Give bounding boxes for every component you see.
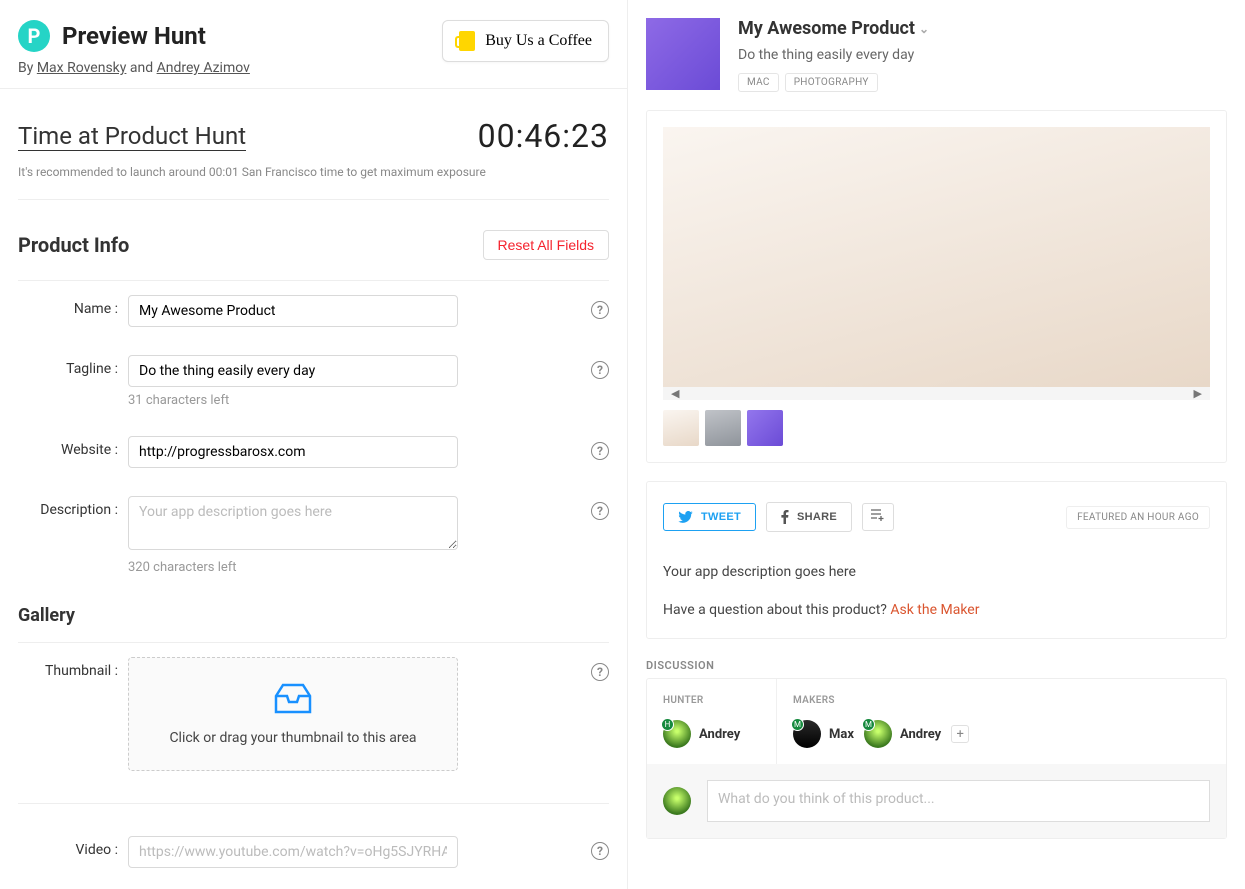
time-title: Time at Product Hunt (18, 122, 246, 151)
twitter-icon (678, 511, 693, 523)
coffee-label: Buy Us a Coffee (485, 32, 592, 50)
discussion-heading: DISCUSSION (646, 659, 1227, 672)
maker-question: Have a question about this product? Ask … (663, 602, 1210, 618)
tagline-help: 31 characters left (128, 393, 581, 408)
product-title: My Awesome Product (738, 18, 915, 39)
help-icon[interactable]: ? (591, 301, 609, 319)
thumbnail-label: Thumbnail : (18, 657, 118, 679)
gallery-card: ◀ ▶ (646, 110, 1227, 463)
slide-prev-button[interactable]: ◀ (667, 387, 683, 400)
tagline-label: Tagline : (18, 355, 118, 377)
ask-maker-link[interactable]: Ask the Maker (890, 602, 979, 618)
avatar: H (663, 720, 691, 748)
tag[interactable]: PHOTOGRAPHY (785, 73, 878, 92)
makers-label: MAKERS (793, 695, 969, 706)
slide-image (663, 127, 1210, 387)
maker-person[interactable]: M Andrey (864, 720, 941, 748)
video-label: Video : (18, 836, 118, 858)
time-value: 00:46:23 (478, 117, 609, 155)
buy-coffee-button[interactable]: Buy Us a Coffee (442, 20, 609, 62)
description-help: 320 characters left (128, 560, 581, 575)
author-link-1[interactable]: Max Rovensky (37, 60, 127, 76)
slide-thumb[interactable] (663, 410, 699, 446)
hunter-person[interactable]: H Andrey (663, 720, 740, 748)
thumbnail-dropzone[interactable]: Click or drag your thumbnail to this are… (128, 657, 458, 771)
video-input[interactable] (128, 836, 458, 868)
tag[interactable]: MAC (738, 73, 779, 92)
discussion-card: HUNTER H Andrey MAKERS M Max M (646, 678, 1227, 839)
app-description: Your app description goes here (663, 564, 1210, 580)
coffee-cup-icon (459, 31, 475, 51)
maker-badge-icon: M (791, 718, 804, 731)
logo: P (18, 20, 50, 52)
share-card: TWEET SHARE FEATURED AN HOUR AGO Your ap… (646, 481, 1227, 639)
product-info-heading: Product Info (18, 233, 129, 257)
playlist-add-icon (871, 509, 885, 521)
tweet-button[interactable]: TWEET (663, 503, 756, 531)
hunter-label: HUNTER (663, 695, 760, 706)
header: P Preview Hunt By Max Rovensky and Andre… (0, 0, 627, 89)
reset-button[interactable]: Reset All Fields (483, 230, 609, 260)
add-maker-button[interactable]: + (951, 725, 969, 743)
comment-input[interactable] (707, 780, 1210, 822)
current-user-avatar (663, 787, 691, 815)
time-hint: It's recommended to launch around 00:01 … (18, 165, 609, 200)
name-input[interactable] (128, 295, 458, 327)
byline: By Max Rovensky and Andrey Azimov (18, 60, 250, 76)
website-label: Website : (18, 436, 118, 458)
website-input[interactable] (128, 436, 458, 468)
product-thumbnail (646, 18, 720, 90)
maker-person[interactable]: M Max (793, 720, 854, 748)
preview-pane: My Awesome Product ⌄ Do the thing easily… (628, 0, 1245, 889)
author-link-2[interactable]: Andrey Azimov (157, 60, 250, 76)
playlist-add-button[interactable] (862, 503, 894, 531)
form-pane: P Preview Hunt By Max Rovensky and Andre… (0, 0, 628, 889)
help-icon[interactable]: ? (591, 361, 609, 379)
hunter-badge-icon: H (661, 718, 674, 731)
help-icon[interactable]: ? (591, 442, 609, 460)
share-button[interactable]: SHARE (766, 502, 852, 532)
featured-badge: FEATURED AN HOUR AGO (1066, 506, 1210, 529)
facebook-icon (781, 510, 789, 524)
description-label: Description : (18, 496, 118, 518)
slide-thumb[interactable] (747, 410, 783, 446)
maker-badge-icon: M (862, 718, 875, 731)
help-icon[interactable]: ? (591, 663, 609, 681)
avatar: M (864, 720, 892, 748)
help-icon[interactable]: ? (591, 842, 609, 860)
avatar: M (793, 720, 821, 748)
name-label: Name : (18, 295, 118, 317)
description-input[interactable] (128, 496, 458, 550)
tagline-input[interactable] (128, 355, 458, 387)
dropzone-text: Click or drag your thumbnail to this are… (169, 730, 416, 746)
slide-next-button[interactable]: ▶ (1190, 387, 1206, 400)
slide-thumb[interactable] (705, 410, 741, 446)
help-icon[interactable]: ? (591, 502, 609, 520)
inbox-icon (273, 682, 313, 716)
chevron-down-icon[interactable]: ⌄ (919, 22, 929, 36)
gallery-heading: Gallery (18, 589, 609, 643)
product-tagline: Do the thing easily every day (738, 47, 929, 63)
brand-title: Preview Hunt (62, 22, 206, 50)
